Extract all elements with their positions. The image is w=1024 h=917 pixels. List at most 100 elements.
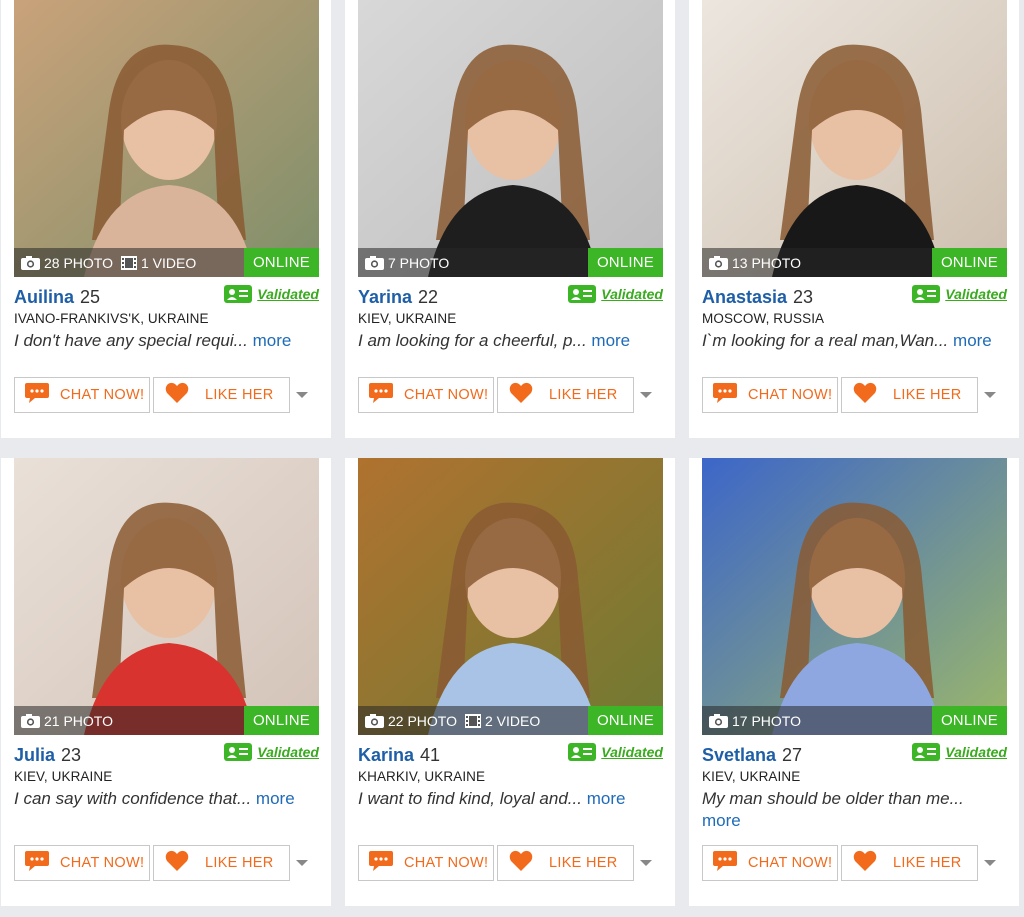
validated-badge[interactable]: Validated: [224, 743, 319, 761]
id-card-icon: [568, 285, 597, 303]
chevron-down-icon[interactable]: [640, 392, 652, 398]
media-stats-bar: 17 PHOTO ONLINE: [702, 706, 1007, 735]
profile-photo[interactable]: 7 PHOTO ONLINE: [358, 0, 663, 277]
profile-name[interactable]: Svetlana: [702, 745, 776, 766]
chat-now-button[interactable]: CHAT NOW!: [14, 845, 150, 881]
profile-photo[interactable]: 21 PHOTO ONLINE: [14, 458, 319, 735]
chevron-down-icon[interactable]: [296, 860, 308, 866]
heart-icon: [165, 850, 189, 876]
id-card-icon: [912, 743, 941, 761]
profile-age: 41: [420, 745, 441, 765]
like-her-label: LIKE HER: [205, 855, 274, 871]
validated-label: Validated: [257, 744, 319, 760]
online-badge: ONLINE: [931, 248, 1007, 277]
validated-label: Validated: [945, 286, 1007, 302]
name-row: Anastasia 23 Validated: [702, 285, 1007, 307]
more-link[interactable]: more: [591, 331, 630, 350]
validated-badge[interactable]: Validated: [568, 743, 663, 761]
like-her-button[interactable]: LIKE HER: [841, 845, 978, 881]
profile-photo[interactable]: 28 PHOTO 1 VIDEO ONLINE: [14, 0, 319, 277]
validated-label: Validated: [945, 744, 1007, 760]
heart-icon: [509, 850, 533, 876]
online-badge: ONLINE: [243, 706, 319, 735]
more-link[interactable]: more: [587, 789, 626, 808]
profile-photo[interactable]: 13 PHOTO ONLINE: [702, 0, 1007, 277]
profile-card: 28 PHOTO 1 VIDEO ONLINE Auilina 25 Valid…: [1, 0, 331, 438]
chat-now-button[interactable]: CHAT NOW!: [702, 377, 838, 413]
validated-label: Validated: [257, 286, 319, 302]
like-her-button[interactable]: LIKE HER: [153, 845, 290, 881]
chevron-down-icon[interactable]: [296, 392, 308, 398]
chat-now-label: CHAT NOW!: [404, 855, 489, 871]
profile-bio: I want to find kind, loyal and... more: [358, 788, 658, 810]
bio-text: I want to find kind, loyal and...: [358, 789, 582, 808]
profile-location: KIEV, UKRAINE: [358, 311, 457, 326]
online-badge: ONLINE: [587, 706, 663, 735]
online-badge: ONLINE: [243, 248, 319, 277]
video-count: 1 VIDEO: [141, 254, 197, 271]
photo-count: 7 PHOTO: [388, 254, 450, 271]
validated-badge[interactable]: Validated: [912, 743, 1007, 761]
chat-now-button[interactable]: CHAT NOW!: [358, 377, 494, 413]
camera-icon: [21, 713, 40, 728]
chat-now-button[interactable]: CHAT NOW!: [14, 377, 150, 413]
media-stats-bar: 21 PHOTO ONLINE: [14, 706, 319, 735]
film-icon: [121, 255, 137, 270]
chat-now-button[interactable]: CHAT NOW!: [702, 845, 838, 881]
name-row: Svetlana 27 Validated: [702, 743, 1007, 765]
profile-name[interactable]: Julia: [14, 745, 55, 766]
validated-badge[interactable]: Validated: [568, 285, 663, 303]
profile-name[interactable]: Auilina: [14, 287, 74, 308]
profile-bio: I can say with confidence that... more: [14, 788, 314, 810]
validated-badge[interactable]: Validated: [912, 285, 1007, 303]
like-her-button[interactable]: LIKE HER: [841, 377, 978, 413]
online-badge: ONLINE: [587, 248, 663, 277]
profile-location: KIEV, UKRAINE: [14, 769, 113, 784]
like-her-button[interactable]: LIKE HER: [497, 845, 634, 881]
profile-photo[interactable]: 22 PHOTO 2 VIDEO ONLINE: [358, 458, 663, 735]
like-her-button[interactable]: LIKE HER: [497, 377, 634, 413]
bio-text: I am looking for a cheerful, p...: [358, 331, 587, 350]
profile-age: 23: [793, 287, 814, 307]
chevron-down-icon[interactable]: [984, 860, 996, 866]
like-her-button[interactable]: LIKE HER: [153, 377, 290, 413]
bio-text: I can say with confidence that...: [14, 789, 252, 808]
bio-text: My man should be older than me...: [702, 789, 964, 808]
name-row: Karina 41 Validated: [358, 743, 663, 765]
more-link[interactable]: more: [256, 789, 295, 808]
like-her-label: LIKE HER: [205, 387, 274, 403]
chevron-down-icon[interactable]: [640, 860, 652, 866]
profile-name[interactable]: Karina: [358, 745, 414, 766]
chat-now-label: CHAT NOW!: [60, 387, 145, 403]
profile-card: 17 PHOTO ONLINE Svetlana 27 Validated KI…: [689, 458, 1019, 906]
heart-icon: [165, 382, 189, 408]
profile-card: 22 PHOTO 2 VIDEO ONLINE Karina 41 Valida…: [345, 458, 675, 906]
heart-icon: [853, 382, 877, 408]
validated-badge[interactable]: Validated: [224, 285, 319, 303]
profile-name[interactable]: Anastasia: [702, 287, 787, 308]
like-her-label: LIKE HER: [893, 855, 962, 871]
bio-text: I don't have any special requi...: [14, 331, 248, 350]
camera-icon: [21, 255, 40, 270]
more-link[interactable]: more: [253, 331, 292, 350]
more-link[interactable]: more: [953, 331, 992, 350]
more-link[interactable]: more: [702, 811, 741, 830]
chat-now-button[interactable]: CHAT NOW!: [358, 845, 494, 881]
profile-name[interactable]: Yarina: [358, 287, 412, 308]
chevron-down-icon[interactable]: [984, 392, 996, 398]
media-stats-bar: 7 PHOTO ONLINE: [358, 248, 663, 277]
profile-age: 27: [782, 745, 803, 765]
validated-label: Validated: [601, 286, 663, 302]
id-card-icon: [568, 743, 597, 761]
profile-bio: My man should be older than me... more: [702, 788, 1002, 832]
chat-bubble-icon: [24, 849, 50, 877]
profile-location: IVANO-FRANKIVS'K, UKRAINE: [14, 311, 209, 326]
photo-count: 21 PHOTO: [44, 712, 113, 729]
profile-bio: I don't have any special requi... more: [14, 330, 314, 352]
profile-photo[interactable]: 17 PHOTO ONLINE: [702, 458, 1007, 735]
profile-bio: I am looking for a cheerful, p... more: [358, 330, 658, 352]
chat-bubble-icon: [712, 381, 738, 409]
camera-icon: [365, 713, 384, 728]
like-her-label: LIKE HER: [549, 387, 618, 403]
profile-age: 23: [61, 745, 82, 765]
